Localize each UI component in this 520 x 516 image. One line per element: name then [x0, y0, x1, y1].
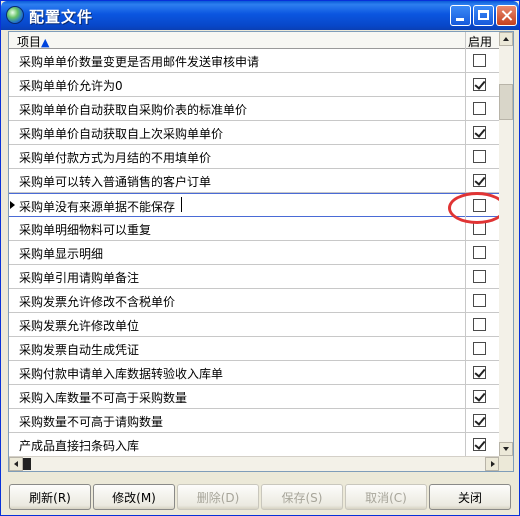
vertical-scroll-thumb[interactable] [499, 84, 513, 120]
item-label[interactable]: 采购单单价数量变更是否用邮件发送审核申请 [19, 53, 259, 70]
maximize-button[interactable] [473, 5, 494, 26]
item-label[interactable]: 采购发票允许修改单位 [19, 317, 139, 334]
save-button[interactable]: 保存(S) [261, 484, 343, 510]
refresh-button[interactable]: 刷新(R) [9, 484, 91, 510]
sort-ascending-icon: ▲ [41, 36, 50, 49]
item-label[interactable]: 采购发票自动生成凭证 [19, 341, 139, 358]
item-label[interactable]: 采购单可以转入普通销售的客户订单 [19, 173, 211, 190]
current-row-indicator-icon [10, 201, 15, 209]
enable-checkbox[interactable] [473, 246, 486, 259]
enable-checkbox[interactable] [473, 78, 486, 91]
enable-checkbox[interactable] [473, 102, 486, 115]
item-label[interactable]: 采购单单价自动获取自采购价表的标准单价 [19, 101, 247, 118]
enable-checkbox[interactable] [473, 174, 486, 187]
column-separator [465, 97, 466, 121]
item-label[interactable]: 采购发票允许修改不含税单价 [19, 293, 175, 310]
column-separator [465, 145, 466, 169]
column-separator [465, 409, 466, 433]
table-row[interactable]: 采购单单价自动获取自采购价表的标准单价 [9, 97, 499, 121]
table-row[interactable]: 采购单显示明细 [9, 241, 499, 265]
scroll-down-button[interactable] [499, 442, 513, 456]
enable-checkbox[interactable] [473, 54, 486, 67]
item-label[interactable]: 采购单显示明细 [19, 245, 103, 262]
annotation-circle [448, 192, 506, 224]
horizontal-scrollbar[interactable] [9, 456, 499, 471]
minimize-button[interactable] [450, 5, 471, 26]
enable-checkbox[interactable] [473, 270, 486, 283]
scrollbar-corner [499, 456, 513, 471]
table-row[interactable]: 采购单单价数量变更是否用邮件发送审核申请 [9, 49, 499, 73]
table-row[interactable]: 产成品直接扫条码入库 [9, 433, 499, 457]
column-separator [465, 337, 466, 361]
column-separator [465, 313, 466, 337]
table-row[interactable]: 采购付款申请单入库数据转验收入库单 [9, 361, 499, 385]
enable-checkbox[interactable] [473, 390, 486, 403]
column-separator [465, 241, 466, 265]
config-grid: 项目▲ 启用 采购单单价数量变更是否用邮件发送审核申请 采购单单价允许为0 采购单单… [8, 31, 514, 472]
column-separator [465, 73, 466, 97]
column-separator [465, 385, 466, 409]
table-row[interactable]: 采购单没有来源单据不能保存 [9, 193, 499, 218]
item-label[interactable]: 采购单单价自动获取自上次采购单单价 [19, 125, 223, 142]
enable-checkbox[interactable] [473, 126, 486, 139]
close-window-button[interactable] [496, 5, 517, 26]
item-label[interactable]: 采购付款申请单入库数据转验收入库单 [19, 365, 223, 382]
text-caret [181, 197, 182, 212]
horizontal-scroll-thumb[interactable] [23, 458, 31, 470]
table-row[interactable]: 采购单明细物料可以重复 [9, 217, 499, 241]
close-button[interactable]: 关闭 [429, 484, 511, 510]
column-separator [465, 433, 466, 457]
column-separator [465, 289, 466, 313]
cancel-button[interactable]: 取消(C) [345, 484, 427, 510]
column-separator [465, 265, 466, 289]
scroll-up-button[interactable] [499, 32, 513, 46]
column-separator [465, 169, 466, 193]
grid-rows: 采购单单价数量变更是否用邮件发送审核申请 采购单单价允许为0 采购单单价自动获取自采… [9, 49, 499, 457]
item-label[interactable]: 采购数量不可高于请购数量 [19, 413, 163, 430]
table-row[interactable]: 采购发票允许修改单位 [9, 313, 499, 337]
window-title: 配置文件 [29, 8, 94, 26]
item-label[interactable]: 产成品直接扫条码入库 [19, 437, 139, 454]
item-label[interactable]: 采购单付款方式为月结的不用填单价 [19, 149, 211, 166]
table-row[interactable]: 采购单引用请购单备注 [9, 265, 499, 289]
table-row[interactable]: 采购发票允许修改不含税单价 [9, 289, 499, 313]
table-row[interactable]: 采购单单价自动获取自上次采购单单价 [9, 121, 499, 145]
enable-checkbox[interactable] [473, 294, 486, 307]
enable-checkbox[interactable] [473, 414, 486, 427]
table-row[interactable]: 采购数量不可高于请购数量 [9, 409, 499, 433]
header-separator [465, 32, 466, 49]
enable-checkbox[interactable] [473, 366, 486, 379]
table-row[interactable]: 采购单单价允许为0 [9, 73, 499, 97]
item-label[interactable]: 采购单明细物料可以重复 [19, 221, 151, 238]
globe-icon [6, 6, 24, 24]
delete-button[interactable]: 删除(D) [177, 484, 259, 510]
table-row[interactable]: 采购单付款方式为月结的不用填单价 [9, 145, 499, 169]
grid-header: 项目▲ 启用 [9, 32, 499, 49]
column-header-item[interactable]: 项目▲ [17, 33, 49, 50]
column-separator [465, 49, 466, 73]
column-separator [465, 121, 466, 145]
table-row[interactable]: 采购单可以转入普通销售的客户订单 [9, 169, 499, 193]
button-bar: 刷新(R) 修改(M) 删除(D) 保存(S) 取消(C) 关闭 [9, 484, 513, 510]
item-label[interactable]: 采购单引用请购单备注 [19, 269, 139, 286]
scroll-left-button[interactable] [9, 457, 23, 471]
column-header-item-label: 项目 [17, 35, 42, 49]
vertical-scrollbar[interactable] [499, 32, 513, 456]
item-label[interactable]: 采购单没有来源单据不能保存 [19, 198, 175, 215]
item-label[interactable]: 采购入库数量不可高于采购数量 [19, 389, 187, 406]
enable-checkbox[interactable] [473, 318, 486, 331]
enable-checkbox[interactable] [473, 342, 486, 355]
item-label[interactable]: 采购单单价允许为0 [19, 77, 123, 94]
table-row[interactable]: 采购入库数量不可高于采购数量 [9, 385, 499, 409]
column-separator [465, 361, 466, 385]
enable-checkbox[interactable] [473, 150, 486, 163]
scroll-right-button[interactable] [485, 457, 499, 471]
modify-button[interactable]: 修改(M) [93, 484, 175, 510]
enable-checkbox[interactable] [473, 438, 486, 451]
table-row[interactable]: 采购发票自动生成凭证 [9, 337, 499, 361]
title-bar[interactable]: 配置文件 [1, 1, 519, 30]
config-window: 配置文件 项目▲ 启用 采购单单价数量变更是否用邮件发送审核申请 采购单单价允许为… [0, 0, 520, 516]
column-header-enable[interactable]: 启用 [468, 33, 492, 50]
